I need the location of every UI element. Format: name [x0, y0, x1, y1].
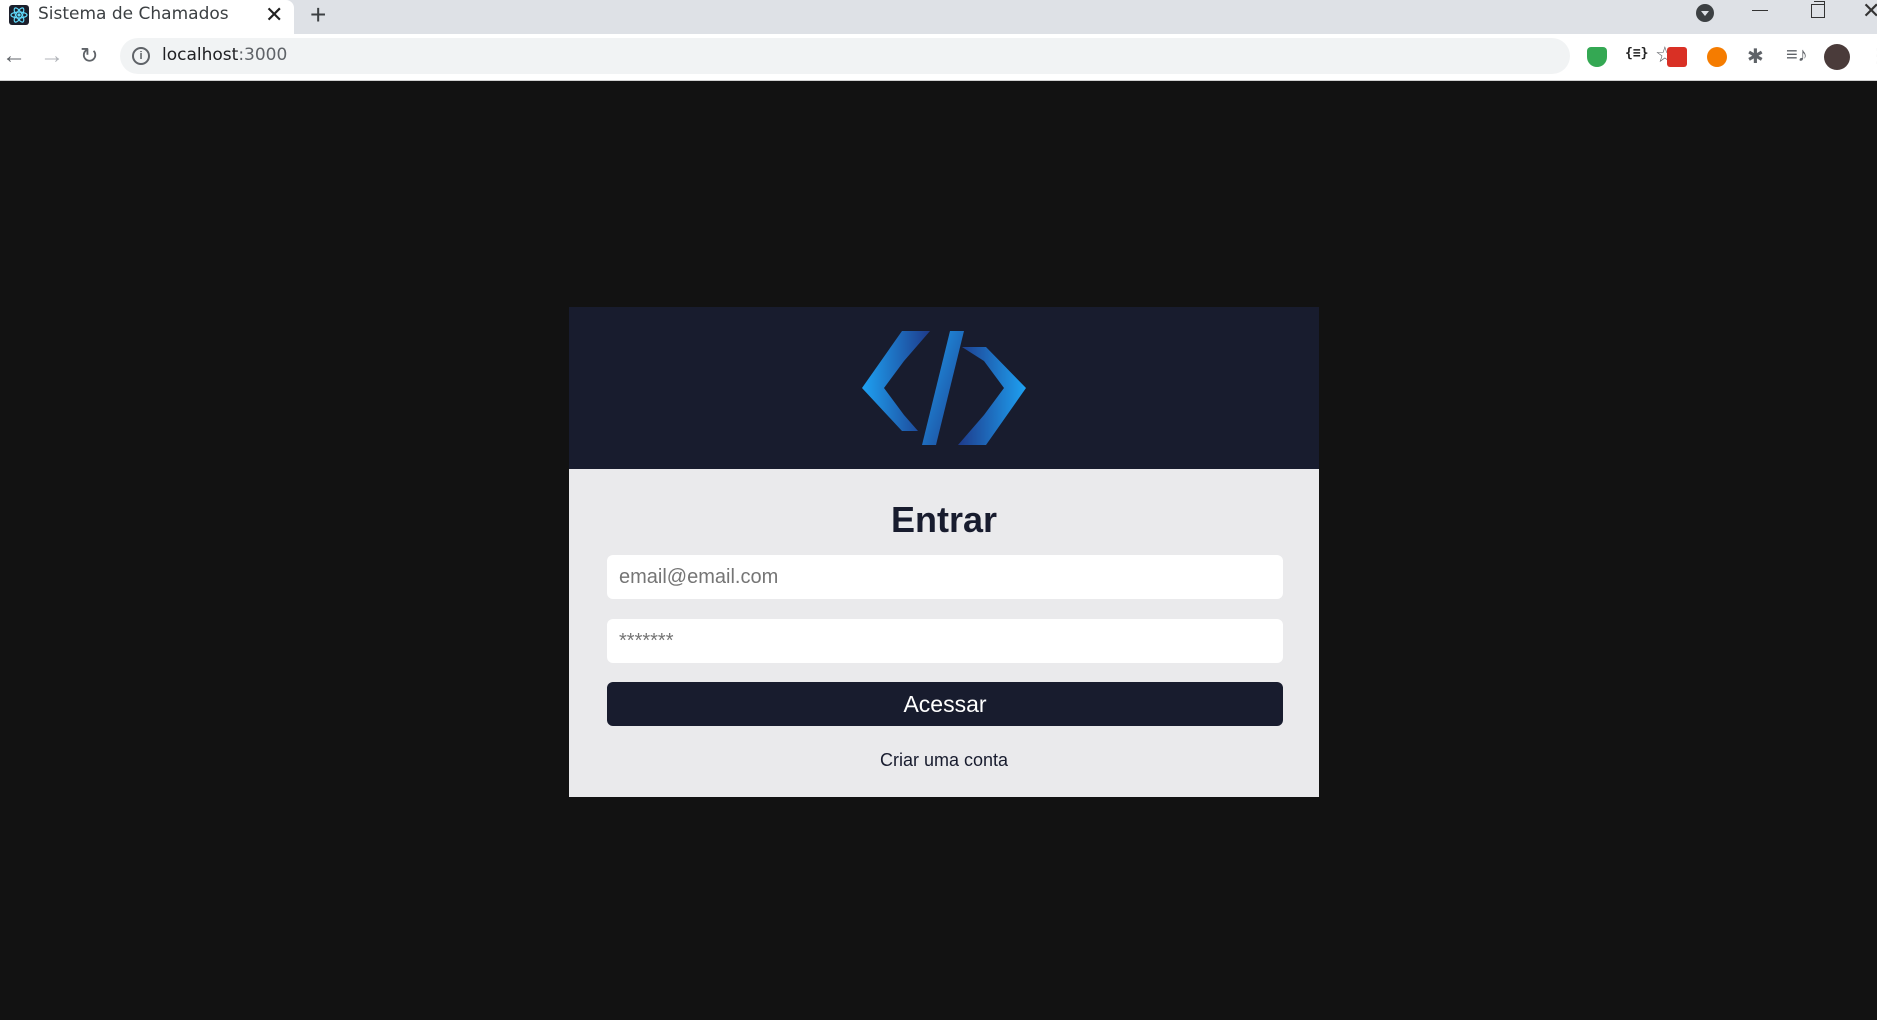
address-bar[interactable]: i localhost:3000 ☆: [120, 38, 1675, 74]
window-close-icon[interactable]: ✕: [1862, 0, 1877, 22]
forward-arrow-icon[interactable]: →: [40, 42, 64, 70]
create-account-link[interactable]: Criar uma conta: [569, 750, 1319, 771]
login-form: Entrar Acessar Criar uma conta: [569, 469, 1319, 797]
tab-search-icon[interactable]: [1696, 4, 1714, 22]
login-card-header: [569, 307, 1319, 469]
login-title: Entrar: [890, 499, 998, 540]
browser-toolbar: ← → ↻ i localhost:3000 ☆ {≡} ✱ ≡♪ ⋮: [0, 34, 1877, 81]
media-control-icon[interactable]: ≡♪: [1786, 44, 1808, 67]
shield-extension-icon[interactable]: [1587, 47, 1607, 67]
url-port: :3000: [238, 45, 288, 65]
browser-menu-icon[interactable]: ⋮: [1868, 42, 1877, 70]
orange-extension-icon[interactable]: [1707, 47, 1727, 67]
minimize-icon[interactable]: [1752, 10, 1768, 11]
browser-tab[interactable]: Sistema de Chamados ✕: [0, 0, 294, 34]
reload-icon[interactable]: ↻: [80, 42, 98, 70]
submit-button[interactable]: Acessar: [607, 682, 1283, 726]
url-text[interactable]: localhost:3000: [162, 45, 287, 65]
email-input[interactable]: [607, 555, 1283, 599]
code-brackets-logo-icon: [862, 331, 1026, 445]
back-arrow-icon[interactable]: ←: [2, 42, 26, 70]
json-viewer-extension-icon[interactable]: {≡}: [1625, 46, 1648, 61]
restore-icon[interactable]: [1811, 1, 1825, 18]
extensions-puzzle-icon[interactable]: ✱: [1747, 44, 1764, 69]
login-card: Entrar Acessar Criar uma conta: [569, 307, 1319, 797]
url-host: localhost: [162, 45, 239, 65]
browser-tabstrip: Sistema de Chamados ✕ + ✕: [0, 0, 1877, 34]
password-input[interactable]: [607, 619, 1283, 663]
profile-avatar[interactable]: [1824, 44, 1850, 70]
react-icon: [9, 5, 29, 25]
tab-close-icon[interactable]: ✕: [265, 3, 283, 27]
red-extension-icon[interactable]: [1667, 47, 1687, 67]
new-tab-button[interactable]: +: [310, 1, 326, 29]
tab-title: Sistema de Chamados: [38, 4, 229, 24]
info-icon[interactable]: i: [132, 47, 150, 65]
